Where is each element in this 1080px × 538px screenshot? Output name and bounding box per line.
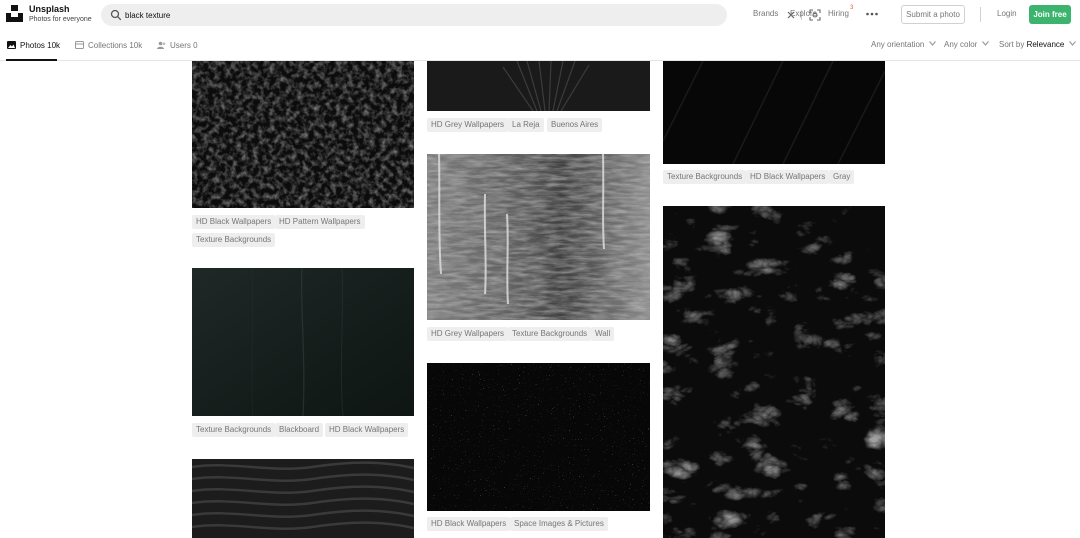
color-filter-label: Any color <box>944 40 978 49</box>
nav-explore[interactable]: Explore <box>790 10 817 18</box>
chevron-down-icon <box>1069 41 1077 46</box>
more-options-icon[interactable] <box>865 9 879 19</box>
orientation-filter-label: Any orientation <box>871 40 925 49</box>
login-link[interactable]: Login <box>997 10 1017 18</box>
dark-sand-ripples-image <box>192 459 414 538</box>
black-water-texture-image <box>192 61 414 208</box>
photo-tag[interactable]: Space Images & Pictures <box>510 517 608 531</box>
dark-palm-leaf-image <box>427 61 650 111</box>
sort-filter[interactable]: Sort by Relevance <box>999 40 1077 49</box>
photo-tag[interactable]: Buenos Aires <box>547 118 603 132</box>
active-tab-indicator <box>6 59 57 61</box>
photo-tile[interactable] <box>663 206 885 538</box>
users-icon <box>157 41 166 49</box>
tab-collections[interactable]: Collections 10k <box>75 41 142 50</box>
unsplash-logo-icon[interactable] <box>6 5 23 22</box>
tab-collections-label: Collections 10k <box>88 41 143 50</box>
photo-tag[interactable]: Blackboard <box>275 423 324 437</box>
search-tabs-bar: Photos 10k Collections 10k Users 0 Any o… <box>0 30 1080 61</box>
photo-tile[interactable] <box>192 459 414 538</box>
sort-value: Relevance <box>1026 40 1065 49</box>
photo-tag[interactable]: Texture Backgrounds <box>192 233 276 247</box>
collections-icon <box>75 41 84 49</box>
tab-photos[interactable]: Photos 10k <box>7 41 60 50</box>
photo-tile[interactable] <box>192 61 414 208</box>
search-input[interactable] <box>125 7 665 23</box>
submit-photo-button[interactable]: Submit a photo <box>901 5 965 24</box>
header-divider <box>980 7 981 22</box>
photo-tag[interactable]: HD Pattern Wallpapers <box>275 215 365 229</box>
search-icon[interactable] <box>110 9 122 21</box>
chevron-down-icon <box>929 41 937 46</box>
hiring-badge: 3 <box>850 5 854 11</box>
starry-night-sky-image <box>427 363 650 511</box>
join-free-button[interactable]: Join free <box>1029 5 1071 24</box>
black-diagonal-texture-image <box>663 61 885 164</box>
photo-tile[interactable] <box>427 154 650 320</box>
tab-photos-label: Photos 10k <box>20 41 61 50</box>
chevron-down-icon <box>982 41 990 46</box>
photo-tag[interactable]: Gray <box>829 170 855 184</box>
photo-tag[interactable]: HD Grey Wallpapers <box>427 327 509 341</box>
photo-tag[interactable]: HD Grey Wallpapers <box>427 118 509 132</box>
photo-icon <box>7 41 16 49</box>
brand-name: Unsplash <box>29 4 70 14</box>
tab-users-label: Users 0 <box>170 41 198 50</box>
dark-green-paper-image <box>192 268 414 416</box>
grey-wall-drips-image <box>427 154 650 320</box>
photo-tag[interactable]: HD Black Wallpapers <box>192 215 276 229</box>
photo-tag[interactable]: La Reja <box>508 118 544 132</box>
photo-tag[interactable]: Texture Backgrounds <box>192 423 276 437</box>
top-header: Unsplash Photos for everyone Brands Expl… <box>0 0 1080 30</box>
photo-tag[interactable]: Wall <box>591 327 615 341</box>
crumpled-black-plastic-image <box>663 206 885 538</box>
photo-tile[interactable] <box>663 61 885 164</box>
sort-prefix: Sort by <box>999 40 1025 49</box>
photo-tag[interactable]: HD Black Wallpapers <box>325 423 409 437</box>
orientation-filter[interactable]: Any orientation <box>871 40 937 49</box>
nav-brands[interactable]: Brands <box>753 10 778 18</box>
photo-tile[interactable] <box>192 268 414 416</box>
brand-block[interactable]: Unsplash Photos for everyone <box>29 4 92 24</box>
search-bar <box>101 4 821 26</box>
photo-tag[interactable]: Texture Backgrounds <box>508 327 592 341</box>
color-filter[interactable]: Any color <box>944 40 990 49</box>
nav-hiring[interactable]: Hiring <box>828 10 849 18</box>
photo-tile[interactable] <box>427 61 650 111</box>
photo-tag[interactable]: HD Black Wallpapers <box>746 170 830 184</box>
brand-tagline: Photos for everyone <box>29 16 92 23</box>
photo-tile[interactable] <box>427 363 650 511</box>
photo-tag[interactable]: Texture Backgrounds <box>663 170 747 184</box>
tab-users[interactable]: Users 0 <box>157 41 198 50</box>
photo-tag[interactable]: HD Black Wallpapers <box>427 517 511 531</box>
